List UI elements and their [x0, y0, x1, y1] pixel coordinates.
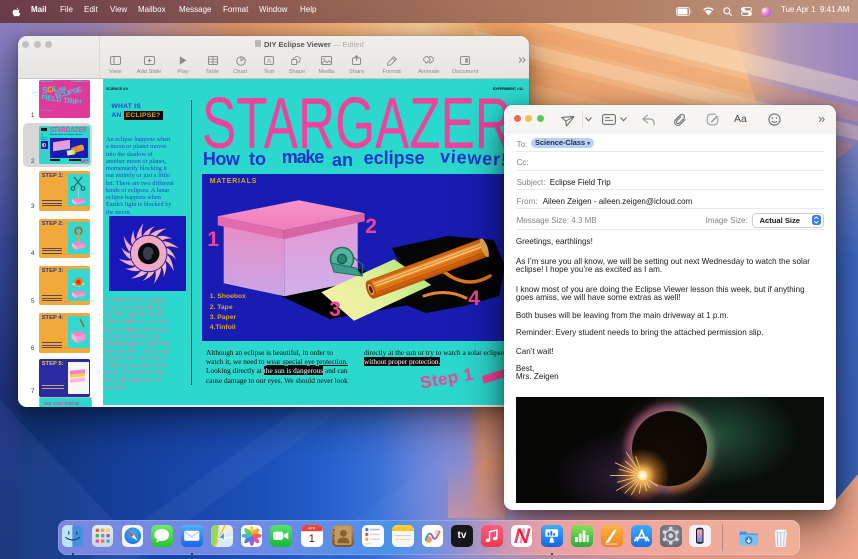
- svg-text:1: 1: [309, 533, 315, 545]
- svg-text:APR: APR: [309, 527, 317, 531]
- svg-text:A: A: [267, 58, 272, 65]
